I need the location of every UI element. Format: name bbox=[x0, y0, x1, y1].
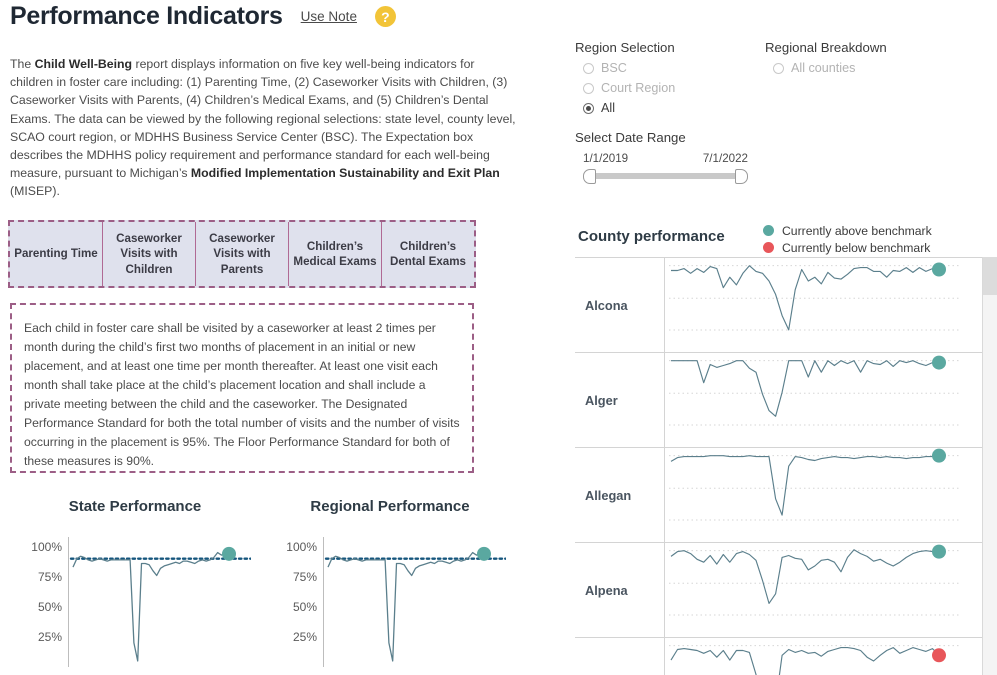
county-row[interactable]: Alcona bbox=[575, 258, 997, 353]
date-slider-track[interactable] bbox=[587, 173, 744, 179]
tab-parenting-time[interactable]: Parenting Time bbox=[10, 222, 103, 286]
y-axis-tick-label: 25% bbox=[292, 629, 317, 644]
legend-item: Currently below benchmark bbox=[763, 239, 932, 256]
performance-line-svg bbox=[324, 546, 506, 662]
county-table-scrollbar[interactable] bbox=[982, 257, 997, 675]
county-sparkline bbox=[665, 353, 997, 447]
county-performance-table: Alcona Alger Allegan Alpena bbox=[575, 257, 997, 675]
left-panel: Performance Indicators Use Note ? The Ch… bbox=[0, 0, 555, 675]
county-sparkline bbox=[665, 638, 997, 675]
date-range-start: 1/1/2019 bbox=[583, 152, 629, 165]
page-title: Performance Indicators bbox=[10, 2, 283, 30]
tab-label: Caseworker Visits with Parents bbox=[209, 231, 275, 276]
county-name: Alcona bbox=[575, 258, 665, 352]
y-axis-tick-label: 75% bbox=[292, 569, 317, 584]
county-name: Allegan bbox=[575, 448, 665, 542]
benchmark-legend: Currently above benchmark Currently below… bbox=[763, 222, 932, 256]
date-slider-handle-end[interactable] bbox=[735, 169, 748, 184]
benchmark-dot-icon bbox=[763, 225, 774, 236]
state-performance-chart: State Performance 100% 75% 50% 25% bbox=[10, 498, 260, 675]
date-range-label: Select Date Range bbox=[575, 130, 686, 145]
regional-breakdown-group: Regional Breakdown All counties bbox=[765, 40, 945, 75]
county-performance-title: County performance bbox=[578, 228, 725, 245]
tab-label: Caseworker Visits with Children bbox=[116, 231, 182, 276]
county-row[interactable]: Alger bbox=[575, 353, 997, 448]
county-sparkline-svg bbox=[669, 544, 961, 616]
page-header: Performance Indicators Use Note ? bbox=[10, 2, 396, 31]
use-note-link[interactable]: Use Note bbox=[301, 9, 357, 24]
region-selection-options: BSC Court Region All bbox=[575, 61, 760, 115]
county-name: Alger bbox=[575, 353, 665, 447]
y-axis-tick-label: 50% bbox=[292, 599, 317, 614]
county-table-scrollbar-thumb[interactable] bbox=[983, 257, 997, 295]
date-range-slider[interactable] bbox=[583, 168, 748, 184]
county-row[interactable]: Allegan bbox=[575, 448, 997, 543]
expectation-box: Each child in foster care shall be visit… bbox=[10, 303, 474, 473]
legend-item: Currently above benchmark bbox=[763, 222, 932, 239]
radio-icon bbox=[773, 62, 784, 74]
county-sparkline-svg bbox=[669, 262, 961, 331]
tab-caseworker-visits-with-parents[interactable]: Caseworker Visits with Parents bbox=[196, 222, 289, 286]
state-performance-plot: 100% 75% 50% 25% bbox=[31, 537, 251, 667]
regional-performance-plot: 100% 75% 50% 25% bbox=[286, 537, 506, 667]
y-axis-tick-label: 100% bbox=[31, 539, 62, 554]
county-row[interactable]: Alpena bbox=[575, 543, 997, 638]
performance-line-svg bbox=[69, 546, 251, 662]
y-axis-tick-label: 75% bbox=[37, 569, 62, 584]
y-axis-tick-label: 25% bbox=[37, 629, 62, 644]
legend-label: Currently below benchmark bbox=[782, 240, 931, 255]
regional-breakdown-options: All counties bbox=[765, 61, 945, 75]
county-sparkline-svg bbox=[669, 355, 961, 426]
y-axis-tick-label: 50% bbox=[37, 599, 62, 614]
radio-region-all[interactable]: All bbox=[583, 101, 760, 115]
radio-region-bsc[interactable]: BSC bbox=[583, 61, 760, 75]
county-sparkline-svg bbox=[669, 448, 961, 521]
county-name: Alpena bbox=[575, 543, 665, 637]
indicator-tabs: Parenting Time Caseworker Visits with Chi… bbox=[8, 220, 476, 288]
tab-label: Children’s Dental Exams bbox=[389, 239, 467, 269]
radio-icon bbox=[583, 82, 594, 94]
radio-icon bbox=[583, 62, 594, 74]
regional-performance-chart: Regional Performance 100% 75% 50% 25% bbox=[265, 498, 515, 675]
radio-label: Court Region bbox=[601, 81, 676, 95]
tab-children-s-medical-exams[interactable]: Children’s Medical Exams bbox=[289, 222, 382, 286]
date-range-end: 7/1/2022 bbox=[702, 152, 748, 165]
county-performance-header: County performance Currently above bench… bbox=[560, 222, 997, 258]
state-performance-title: State Performance bbox=[68, 498, 202, 515]
county-name bbox=[575, 638, 665, 675]
region-selection-label: Region Selection bbox=[575, 40, 675, 55]
regional-breakdown-label: Regional Breakdown bbox=[765, 40, 887, 55]
radio-label: BSC bbox=[601, 61, 627, 75]
tab-children-s-dental-exams[interactable]: Children’s Dental Exams bbox=[382, 222, 474, 286]
right-panel: Region Selection BSC Court Region All Regi… bbox=[560, 0, 997, 675]
tab-label: Parenting Time bbox=[14, 247, 98, 261]
date-range-group: Select Date Range 1/1/2019 7/1/2022 bbox=[575, 130, 795, 184]
county-sparkline bbox=[665, 543, 997, 637]
tab-label: Children’s Medical Exams bbox=[293, 239, 377, 269]
benchmark-dot-icon bbox=[763, 242, 774, 253]
county-row[interactable] bbox=[575, 638, 997, 675]
date-range-values: 1/1/2019 7/1/2022 bbox=[583, 152, 748, 165]
county-sparkline bbox=[665, 258, 997, 352]
region-selection-group: Region Selection BSC Court Region All bbox=[575, 40, 760, 115]
date-slider-handle-start[interactable] bbox=[583, 169, 596, 184]
county-sparkline bbox=[665, 448, 997, 542]
county-sparkline-svg bbox=[669, 645, 961, 675]
tab-caseworker-visits-with-children[interactable]: Caseworker Visits with Children bbox=[103, 222, 196, 286]
radio-icon bbox=[583, 102, 594, 114]
y-axis-tick-label: 100% bbox=[286, 539, 317, 554]
radio-breakdown-all-counties[interactable]: All counties bbox=[773, 61, 945, 75]
help-icon[interactable]: ? bbox=[374, 6, 396, 27]
legend-label: Currently above benchmark bbox=[782, 223, 932, 238]
regional-performance-title: Regional Performance bbox=[310, 498, 470, 515]
intro-paragraph: The Child Well-Being report displays inf… bbox=[10, 57, 516, 199]
radio-label: All bbox=[601, 101, 615, 115]
radio-label: All counties bbox=[791, 61, 856, 75]
radio-region-court-region[interactable]: Court Region bbox=[583, 81, 760, 95]
